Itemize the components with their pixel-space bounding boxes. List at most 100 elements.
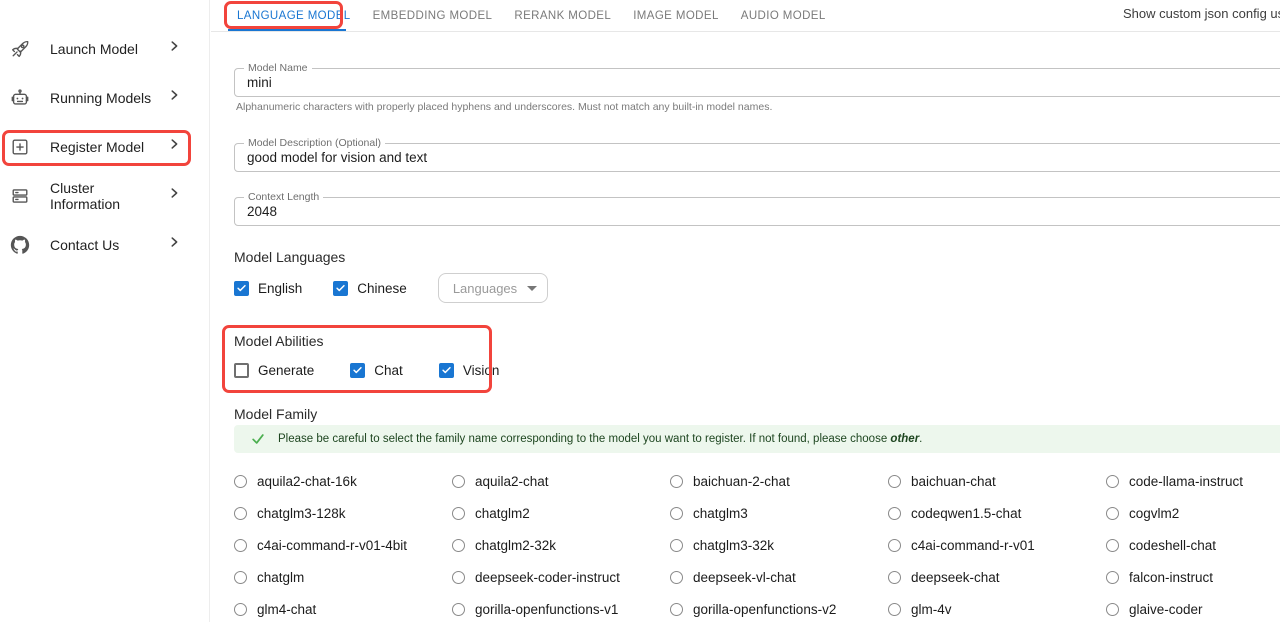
radio-c4ai-command-r-v01[interactable]: c4ai-command-r-v01 [888,529,1106,561]
radio-gorilla-openfunctions-v2[interactable]: gorilla-openfunctions-v2 [670,593,888,625]
tab-rerank-model[interactable]: RERANK MODEL [503,10,622,22]
sidebar: Launch Model Running Models Register Mod… [0,0,210,622]
show-custom-json-config-link[interactable]: Show custom json config used b [1123,6,1280,21]
radio-deepseek-coder-instruct[interactable]: deepseek-coder-instruct [452,561,670,593]
radio-circle-icon [1106,539,1119,552]
add-box-icon [8,135,32,159]
checkbox-vision[interactable]: Vision [439,363,500,378]
radio-label: chatglm2 [475,506,530,521]
radio-glaive-coder[interactable]: glaive-coder [1106,593,1280,625]
radio-circle-icon [670,539,683,552]
sidebar-item-label: Launch Model [50,41,167,57]
radio-deepseek-vl-chat[interactable]: deepseek-vl-chat [670,561,888,593]
checkbox-chat[interactable]: Chat [350,363,403,378]
radio-label: gorilla-openfunctions-v1 [475,602,618,617]
radio-deepseek-chat[interactable]: deepseek-chat [888,561,1106,593]
radio-label: baichuan-2-chat [693,474,790,489]
radio-falcon-instruct[interactable]: falcon-instruct [1106,561,1280,593]
radio-circle-icon [670,571,683,584]
radio-baichuan-chat[interactable]: baichuan-chat [888,465,1106,497]
model-name-value: mini [247,75,272,90]
cluster-icon [8,184,32,208]
radio-circle-icon [1106,603,1119,616]
radio-gorilla-openfunctions-v1[interactable]: gorilla-openfunctions-v1 [452,593,670,625]
sidebar-item-launch-model[interactable]: Launch Model [0,24,209,73]
radio-circle-icon [888,603,901,616]
radio-codeshell-chat[interactable]: codeshell-chat [1106,529,1280,561]
model-name-label: Model Name [244,62,312,75]
rocket-icon [8,37,32,61]
chevron-right-icon [167,88,181,107]
register-model-page: { "colors":{"primary":"#1976d2","annotat… [0,0,1280,622]
sidebar-item-register-model[interactable]: Register Model [0,122,209,171]
radio-chatglm[interactable]: chatglm [234,561,452,593]
model-description-field[interactable]: Model Description (Optional) good model … [234,143,1280,172]
radio-glm4-chat[interactable]: glm4-chat [234,593,452,625]
radio-circle-icon [888,475,901,488]
radio-circle-icon [234,539,247,552]
radio-label: glm4-chat [257,602,316,617]
radio-label: code-llama-instruct [1129,474,1243,489]
radio-chatglm2-32k[interactable]: chatglm2-32k [452,529,670,561]
model-languages-row: English Chinese Languages [234,273,1280,303]
radio-c4ai-command-r-v01-4bit[interactable]: c4ai-command-r-v01-4bit [234,529,452,561]
chevron-right-icon [167,235,181,254]
unchecked-checkbox-icon [234,363,249,378]
radio-circle-icon [452,475,465,488]
languages-select-label: Languages [453,281,517,296]
context-length-field[interactable]: Context Length 2048 [234,197,1280,226]
radio-aquila2-chat[interactable]: aquila2-chat [452,465,670,497]
radio-chatglm2[interactable]: chatglm2 [452,497,670,529]
radio-label: chatglm [257,570,304,585]
caret-down-icon [527,286,537,291]
languages-select[interactable]: Languages [438,273,548,303]
radio-aquila2-chat-16k[interactable]: aquila2-chat-16k [234,465,452,497]
radio-baichuan-2-chat[interactable]: baichuan-2-chat [670,465,888,497]
radio-code-llama-instruct[interactable]: code-llama-instruct [1106,465,1280,497]
radio-codeqwen1-5-chat[interactable]: codeqwen1.5-chat [888,497,1106,529]
radio-circle-icon [1106,507,1119,520]
radio-circle-icon [670,603,683,616]
model-family-alert: Please be careful to select the family n… [234,425,1280,453]
radio-label: chatglm3-32k [693,538,774,553]
chevron-right-icon [167,39,181,58]
radio-circle-icon [888,539,901,552]
checkbox-generate[interactable]: Generate [234,363,314,378]
radio-label: falcon-instruct [1129,570,1213,585]
radio-circle-icon [1106,571,1119,584]
sidebar-item-running-models[interactable]: Running Models [0,73,209,122]
tab-image-model[interactable]: IMAGE MODEL [622,10,730,22]
model-type-tabbar: LANGUAGE MODEL EMBEDDING MODEL RERANK MO… [211,0,1280,32]
sidebar-item-label: Cluster Information [50,180,167,212]
model-abilities-row: Generate Chat Vision [234,355,1280,385]
register-form: Model Name mini Alphanumeric characters … [211,68,1280,625]
radio-circle-icon [234,571,247,584]
chevron-right-icon [167,137,181,156]
radio-circle-icon [234,475,247,488]
tab-audio-model[interactable]: AUDIO MODEL [730,10,837,22]
radio-chatglm3-32k[interactable]: chatglm3-32k [670,529,888,561]
radio-circle-icon [452,603,465,616]
radio-cogvlm2[interactable]: cogvlm2 [1106,497,1280,529]
chevron-right-icon [167,186,181,205]
model-name-field[interactable]: Model Name mini [234,68,1280,97]
radio-circle-icon [234,603,247,616]
checkbox-label: Chinese [357,281,407,296]
checked-checkbox-icon [333,281,348,296]
checkbox-english[interactable]: English [234,281,302,296]
checkbox-chinese[interactable]: Chinese [333,281,407,296]
sidebar-item-cluster-information[interactable]: Cluster Information [0,171,209,220]
model-abilities-heading: Model Abilities [234,333,1280,349]
radio-chatglm3[interactable]: chatglm3 [670,497,888,529]
radio-glm-4v[interactable]: glm-4v [888,593,1106,625]
tab-language-model[interactable]: LANGUAGE MODEL [226,10,362,22]
tab-embedding-model[interactable]: EMBEDDING MODEL [362,10,504,22]
sidebar-item-label: Register Model [50,139,167,155]
radio-chatglm3-128k[interactable]: chatglm3-128k [234,497,452,529]
sidebar-item-contact-us[interactable]: Contact Us [0,220,209,269]
context-length-value: 2048 [247,204,277,219]
github-icon [8,233,32,257]
radio-label: chatglm3 [693,506,748,521]
radio-circle-icon [452,571,465,584]
radio-label: codeshell-chat [1129,538,1216,553]
